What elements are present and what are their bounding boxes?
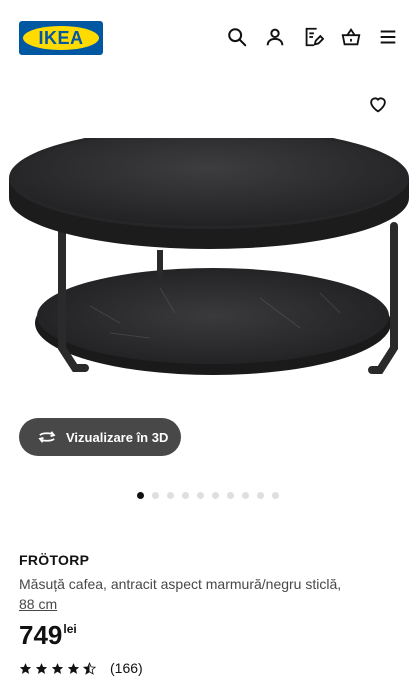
ikea-logo[interactable]: IKEA (19, 21, 103, 55)
star-half-icon (83, 661, 96, 675)
rotate-3d-icon (38, 431, 56, 443)
shopping-list-icon[interactable] (302, 26, 324, 48)
product-size-link[interactable]: 88 cm (19, 594, 57, 614)
menu-icon[interactable] (377, 26, 399, 48)
rating-stars (19, 661, 96, 675)
price-value: 749 (19, 620, 63, 650)
star-icon (67, 662, 80, 674)
user-icon[interactable] (264, 26, 286, 48)
search-icon[interactable] (226, 26, 248, 48)
gallery-pagination (137, 492, 279, 499)
pagination-dot-10[interactable] (272, 492, 279, 499)
view-3d-label: Vizualizare în 3D (66, 429, 169, 445)
pagination-dot-7[interactable] (227, 492, 234, 499)
pagination-dot-3[interactable] (167, 492, 174, 499)
pagination-dot-6[interactable] (212, 492, 219, 499)
pagination-dot-5[interactable] (197, 492, 204, 499)
logo-text: IKEA (38, 28, 84, 48)
product-name: FRÖTORP (19, 552, 90, 568)
basket-icon[interactable] (340, 26, 362, 48)
price-currency: lei (63, 622, 77, 636)
pagination-dot-9[interactable] (257, 492, 264, 499)
product-price: 749 lei (19, 621, 409, 649)
pagination-dot-1[interactable] (137, 492, 144, 499)
rating-count: (166) (110, 660, 143, 676)
star-icon (19, 662, 32, 674)
star-icon (35, 662, 48, 674)
product-image (9, 138, 409, 375)
pagination-dot-8[interactable] (242, 492, 249, 499)
product-description: Măsuță cafea, antracit aspect marmură/ne… (19, 576, 342, 592)
pagination-dot-2[interactable] (152, 492, 159, 499)
pagination-dot-4[interactable] (182, 492, 189, 499)
product-info: FRÖTORP Măsuță cafea, antracit aspect ma… (19, 552, 409, 676)
view-3d-button[interactable]: Vizualizare în 3D (19, 418, 181, 456)
heart-icon[interactable] (367, 93, 389, 115)
product-rating[interactable]: (166) (19, 660, 409, 676)
header: IKEA (0, 0, 417, 76)
star-icon (51, 662, 64, 674)
